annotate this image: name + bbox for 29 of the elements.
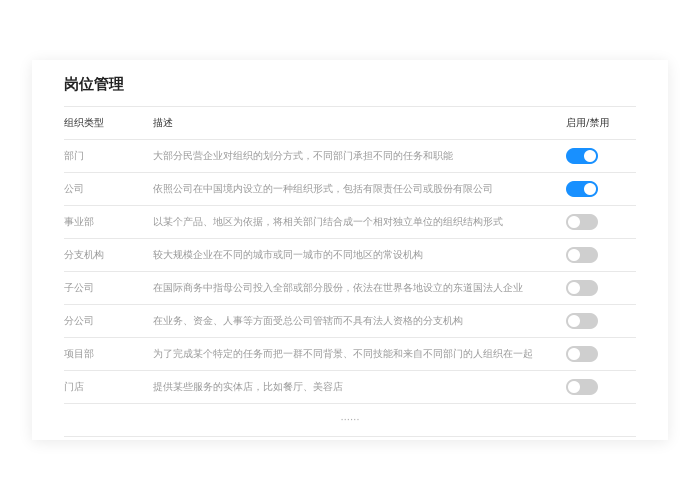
toggle-switch[interactable] xyxy=(566,247,598,263)
page-title: 岗位管理 xyxy=(64,72,636,107)
toggle-switch[interactable] xyxy=(566,346,598,362)
table-cell-text: 子公司 xyxy=(64,282,95,295)
toggle-switch[interactable] xyxy=(566,181,598,197)
table-cell-text: 较大规模企业在不同的城市或同一城市的不同地区的常设机构 xyxy=(153,248,424,262)
table-cell-text: 分支机构 xyxy=(64,248,105,262)
toggle-switch[interactable] xyxy=(566,313,598,329)
toggle-switch[interactable] xyxy=(566,214,598,230)
table-cell-text: 以某个产品、地区为依据，将相关部门结合成一个相对独立单位的组织结构形式 xyxy=(153,216,504,229)
toggle-switch[interactable] xyxy=(566,379,598,395)
more-ellipsis: ······ xyxy=(340,414,360,426)
table-cell-text: 部门 xyxy=(64,150,85,163)
column-header: 启用/禁用 xyxy=(566,116,610,130)
toggle-switch[interactable] xyxy=(566,148,598,164)
toggle-switch[interactable] xyxy=(566,280,598,296)
table-cell-text: 项目部 xyxy=(64,348,95,361)
column-header: 描述 xyxy=(153,116,174,130)
table-cell-text: 公司 xyxy=(64,183,85,196)
table-cell-text: 在业务、资金、人事等方面受总公司管辖而不具有法人资格的分支机构 xyxy=(153,314,464,328)
table-cell-text: 事业部 xyxy=(64,216,95,229)
table-cell-text: 在国际商务中指母公司投入全部或部分股份，依法在世界各地设立的东道国法人企业 xyxy=(153,282,524,295)
column-header: 组织类型 xyxy=(64,116,105,130)
table-cell-text: 大部分民营企业对组织的划分方式，不同部门承担不同的任务和职能 xyxy=(153,150,454,163)
table-cell-text: 为了完成某个特定的任务而把一群不同背景、不同技能和来自不同部门的人组织在一起 xyxy=(153,348,534,361)
table-cell-text: 分公司 xyxy=(64,315,95,328)
table-cell-text: 门店 xyxy=(64,380,85,394)
table-cell-text: 依照公司在中国境内设立的一种组织形式，包括有限责任公司或股份有限公司 xyxy=(153,182,494,196)
table-cell-text: 提供某些服务的实体店，比如餐厅、美容店 xyxy=(153,380,344,394)
